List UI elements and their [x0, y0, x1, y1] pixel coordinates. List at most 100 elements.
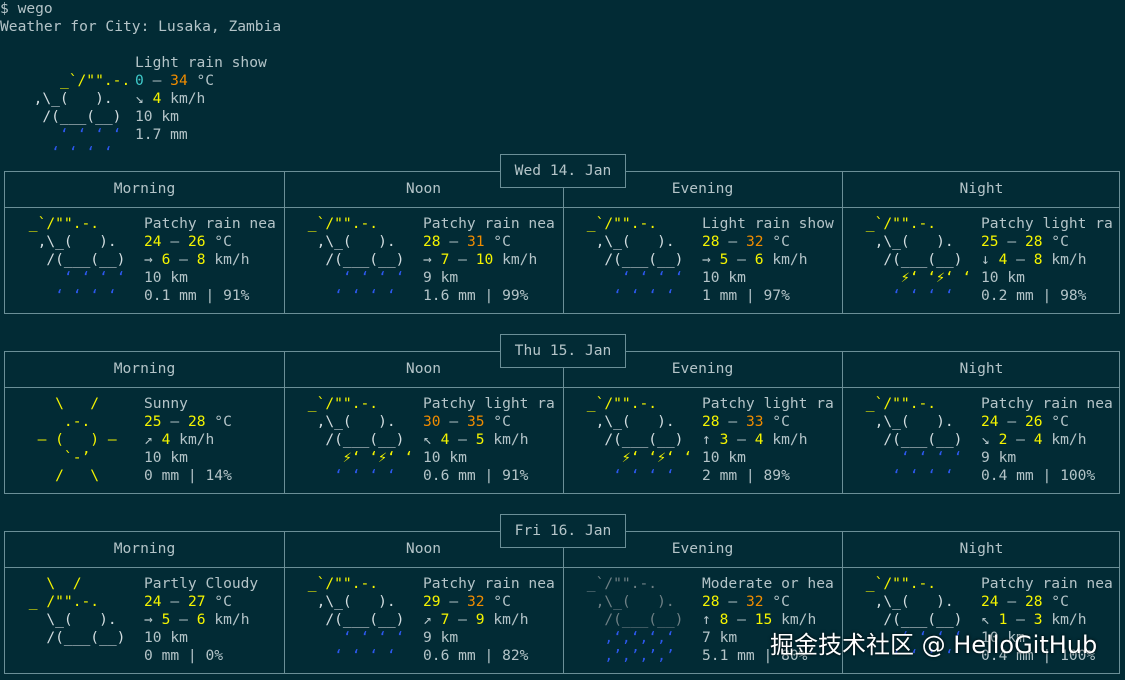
- period-info: Patchy rain nea 24 – 26 °C ↘ 2 – 4 km/h …: [981, 395, 1113, 484]
- condition-text: Patchy rain nea: [144, 215, 276, 232]
- forecast-period: _`/"".-. ,\_( ). /(___(__) ‘ ‘ ‘ ‘ ‘ ‘ ‘…: [285, 568, 562, 674]
- wind-low: 2: [998, 431, 1008, 448]
- temp-high: 27: [187, 593, 206, 610]
- wind-low: 6: [161, 251, 171, 268]
- wind-low: 4: [998, 251, 1008, 268]
- temp-low: 28: [423, 233, 441, 250]
- current-weather-info: Light rain show 0 – 34 °C ↘ 4 km/h 10 km…: [135, 54, 267, 143]
- temp-high: 32: [745, 593, 764, 610]
- temp-low: 24: [144, 593, 162, 610]
- forecast-period: _`/"".-. ,\_( ). /(___(__) ‘ ‘ ‘ ‘ ‘ ‘ ‘…: [564, 208, 841, 314]
- wind-arrow: ↗: [144, 431, 153, 448]
- visibility: 10 km: [423, 449, 467, 466]
- visibility: 10 km: [144, 449, 188, 466]
- current-desc: Light rain show: [135, 54, 267, 71]
- period-info: Light rain show 28 – 32 °C → 5 – 6 km/h …: [702, 215, 834, 304]
- weather-icon: _`/"".-. ,\_( ). /(___(__) ⚡‘ ‘⚡‘ ‘ ‘ ‘ …: [299, 395, 414, 484]
- precipitation: 0.1 mm | 91%: [144, 287, 250, 304]
- weather-icon: \ / .-. ― ( ) ― `-’ / \: [20, 395, 117, 484]
- forecast-day: Morning Noon Evening Night Thu 15. Jan \ / .…: [4, 334, 1120, 494]
- condition-text: Moderate or hea: [702, 575, 834, 592]
- condition-text: Patchy rain nea: [981, 575, 1113, 592]
- wind-arrow: ↑: [702, 611, 711, 628]
- temp-high: 33: [745, 413, 764, 430]
- visibility: 9 km: [423, 629, 459, 646]
- period-info: Patchy light ra 30 – 35 °C ↖ 4 – 5 km/h …: [423, 395, 555, 484]
- precipitation: 0.2 mm | 98%: [981, 287, 1087, 304]
- condition-text: Patchy rain nea: [423, 575, 555, 592]
- condition-text: Light rain show: [702, 215, 834, 232]
- precipitation: 0.6 mm | 82%: [423, 647, 529, 664]
- temp-low: 24: [144, 233, 162, 250]
- period-label: Night: [959, 180, 1004, 197]
- weather-icon: _`/"".-. ,\_( ). /(___(__) ‘ ‘ ‘ ‘ ‘ ‘ ‘…: [857, 395, 963, 484]
- period-label: Morning: [113, 540, 176, 557]
- temp-low: 25: [981, 233, 999, 250]
- date-label: Thu 15. Jan: [500, 334, 626, 368]
- date-label: Fri 16. Jan: [500, 514, 626, 548]
- condition-text: Partly Cloudy: [144, 575, 259, 592]
- period-info: Patchy light ra 25 – 28 °C ↓ 4 – 8 km/h …: [981, 215, 1113, 304]
- period-info: Patchy rain nea 29 – 32 °C ↗ 7 – 9 km/h …: [423, 575, 555, 664]
- temp-high: 28: [1024, 233, 1043, 250]
- temp-low: 28: [702, 593, 720, 610]
- precipitation: 0.4 mm | 100%: [981, 467, 1096, 484]
- weather-icon: _`/"".-. ,\_( ). /(___(__) ‘ ‘ ‘ ‘ ‘ ‘ ‘…: [299, 575, 405, 664]
- temp-high: 31: [466, 233, 485, 250]
- wind-low: 3: [719, 431, 729, 448]
- period-info: Patchy rain nea 24 – 26 °C → 6 – 8 km/h …: [144, 215, 276, 304]
- wind-arrow: →: [144, 611, 153, 628]
- forecast-period: _`/"".-. ,\_( ). /(___(__) ⚡‘ ‘⚡‘ ‘ ‘ ‘ …: [564, 388, 841, 494]
- wind-low: 5: [161, 611, 171, 628]
- precipitation: 0 mm | 0%: [144, 647, 224, 664]
- temp-high: 28: [1024, 593, 1043, 610]
- visibility: 10 km: [144, 269, 188, 286]
- temp-high: 32: [745, 233, 764, 250]
- wind-low: 5: [719, 251, 729, 268]
- condition-text: Patchy light ra: [423, 395, 555, 412]
- visibility: 10 km: [702, 269, 746, 286]
- weather-icon: _`/"".-. ,\_( ). /(___(__) ‘ ‘ ‘ ‘ ‘ ‘ ‘…: [20, 215, 126, 304]
- forecast-day: Morning Noon Evening Night Wed 14. Jan _`/""…: [4, 154, 1120, 314]
- wind-arrow: ↗: [423, 611, 432, 628]
- wind-low: 8: [719, 611, 729, 628]
- wind-arrow: ↖: [423, 431, 432, 448]
- period-label: Night: [959, 360, 1004, 377]
- period-label: Night: [959, 540, 1004, 557]
- temp-high: 28: [187, 413, 206, 430]
- weather-icon: _`/"".-. ,\_( ). /(___(__) ⚡‘ ‘⚡‘ ‘ ‘ ‘ …: [578, 395, 693, 484]
- forecast-period: _`/"".-. ,\_( ). /(___(__) ⚡‘ ‘⚡‘ ‘ ‘ ‘ …: [843, 208, 1120, 314]
- condition-text: Patchy light ra: [981, 215, 1113, 232]
- forecast-period: _`/"".-. ,\_( ). /(___(__) ‘ ‘ ‘ ‘ ‘ ‘ ‘…: [843, 388, 1120, 494]
- period-info: Patchy light ra 28 – 33 °C ↑ 3 – 4 km/h …: [702, 395, 834, 484]
- weather-icon: _`/"".-. ,\_( ). /(___(__) ‘ ‘ ‘ ‘ ‘ ‘ ‘…: [578, 215, 684, 304]
- forecast-period: _`/"".-. ,\_( ). /(___(__) ⚡‘ ‘⚡‘ ‘ ‘ ‘ …: [285, 388, 562, 494]
- period-info: Partly Cloudy 24 – 27 °C → 5 – 6 km/h 10…: [144, 575, 259, 664]
- temp-high: 32: [466, 593, 485, 610]
- condition-text: Sunny: [144, 395, 188, 412]
- wind-arrow: ↘: [981, 431, 990, 448]
- temp-high: 26: [1024, 413, 1043, 430]
- wind-arrow: ↑: [702, 431, 711, 448]
- wind-arrow: →: [423, 251, 432, 268]
- wind-low: 1: [998, 611, 1008, 628]
- visibility: 10 km: [981, 269, 1025, 286]
- precipitation: 0.6 mm | 91%: [423, 467, 529, 484]
- temp-low: 24: [981, 413, 999, 430]
- visibility: 7 km: [702, 629, 738, 646]
- visibility: 9 km: [423, 269, 459, 286]
- temp-low: 30: [423, 413, 441, 430]
- wind-low: 4: [440, 431, 450, 448]
- temp-low: 25: [144, 413, 162, 430]
- wind-arrow: →: [702, 251, 711, 268]
- precipitation: 1 mm | 97%: [702, 287, 790, 304]
- wind-arrow: ↖: [981, 611, 990, 628]
- date-label: Wed 14. Jan: [500, 154, 626, 188]
- forecast-period: _`/"".-. ,\_( ). /(___(__) ‘ ‘ ‘ ‘ ‘ ‘ ‘…: [6, 208, 283, 314]
- precipitation: 2 mm | 89%: [702, 467, 790, 484]
- condition-text: Patchy rain nea: [423, 215, 555, 232]
- current-weather-icon: _`/"".-. ,\_( ). /(___(__) ‘ ‘ ‘ ‘ ‘ ‘ ‘…: [16, 72, 131, 161]
- period-label: Morning: [113, 360, 176, 377]
- visibility: 10 km: [144, 629, 188, 646]
- forecast-period: \ / _ /"".-. \_( ). /(___(__) Partly Clo…: [6, 568, 283, 674]
